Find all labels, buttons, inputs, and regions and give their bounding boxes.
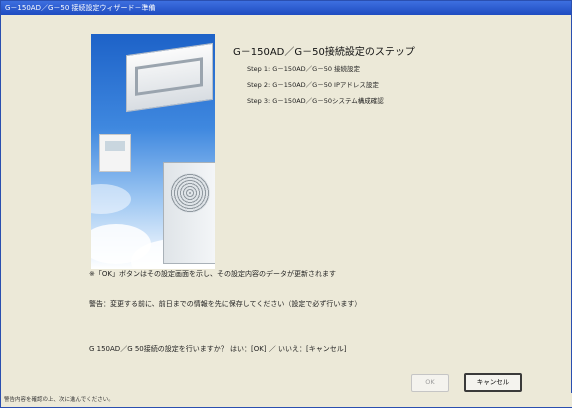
wizard-window: G－150AD／G－50 接続設定ウィザード－準備 G－150AD／G－50接続… [0,0,572,408]
warning-note: 警告：変更する前に、前日までの情報を先に保存してください（設定で必ず行います） [89,300,362,308]
title-bar: G－150AD／G－50 接続設定ウィザード－準備 [1,1,571,15]
step-item: Step 2: G－150AD／G－50 IPアドレス設定 [247,81,379,89]
step-list: Step 1: G－150AD／G－50 接続設定 Step 2: G－150A… [247,63,384,111]
indoor-unit-graphic [126,42,213,113]
controller-graphic [99,134,131,172]
step-item: Step 1: G－150AD／G－50 接続設定 [247,65,361,73]
wizard-heading: G－150AD／G－50接続設定のステップ [233,47,415,58]
step-item: Step 3: G－150AD／G－50システム構成確認 [247,97,384,105]
cancel-button[interactable]: キャンセル [464,373,522,392]
ok-button[interactable]: OK [411,374,449,392]
info-note: ※「OK」ボタンはその設定画面を示し、その設定内容のデータが更新されます [89,270,336,278]
status-bar: 警告内容を確認の上、次に進んでください。 [1,393,572,407]
wizard-content: G－150AD／G－50接続設定のステップ Step 1: G－150AD／G－… [7,19,563,392]
outdoor-unit-graphic [163,162,215,264]
product-image [91,34,215,269]
confirm-question: G 150AD／G 50接続の設定を行いますか？ はい：[OK] ／ いいえ：[… [89,345,347,353]
